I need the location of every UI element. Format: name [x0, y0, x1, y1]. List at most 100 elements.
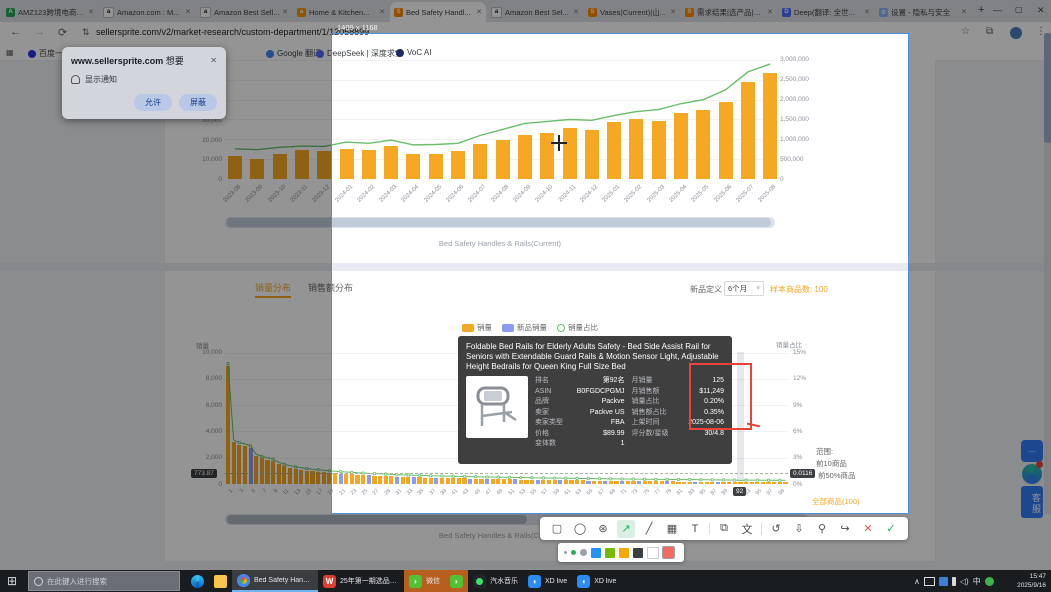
- xd-live-task-2[interactable]: ◖XD live: [572, 570, 621, 592]
- profile-avatar[interactable]: [1010, 27, 1022, 39]
- color-swatch-green[interactable]: [605, 548, 615, 558]
- taskbar-search-box[interactable]: 在此键入进行搜索: [28, 571, 180, 591]
- tab-close-icon[interactable]: ✕: [377, 8, 385, 16]
- popup-close-icon[interactable]: ✕: [210, 56, 217, 65]
- tab-close-icon[interactable]: ✕: [86, 8, 94, 16]
- window-minimize-button[interactable]: —: [993, 5, 1002, 15]
- tab-close-icon[interactable]: ✕: [959, 8, 967, 16]
- ime-indicator[interactable]: 中: [973, 576, 981, 587]
- mosaic-tool[interactable]: ▦: [663, 520, 681, 538]
- wechat2-task[interactable]: ◗: [445, 570, 468, 592]
- split-screen-icon[interactable]: ⧉: [986, 26, 993, 37]
- dist-bar[interactable]: [277, 464, 281, 484]
- bookmark-1[interactable]: Google 翻译: [266, 48, 321, 59]
- taskbar-clock[interactable]: 15:47 2025/9/16: [1000, 572, 1046, 590]
- start-button[interactable]: ⊞: [7, 574, 17, 588]
- trend-bar[interactable]: [295, 150, 309, 179]
- dist-bar[interactable]: [288, 468, 292, 484]
- color-swatch-yellow[interactable]: [619, 548, 629, 558]
- undo-button[interactable]: ↺: [767, 520, 785, 538]
- confirm-button[interactable]: ✓: [882, 520, 900, 538]
- chat-bubble-icon[interactable]: ···: [1021, 440, 1043, 462]
- marker-tool[interactable]: ⊛: [594, 520, 612, 538]
- dist-bar[interactable]: [254, 456, 258, 484]
- window-close-button[interactable]: ✕: [1037, 5, 1045, 16]
- tab--[interactable]: ⚙设置 - 隐私与安全✕: [875, 2, 971, 22]
- tab-home-kitchen-[interactable]: aHome & Kitchen...✕: [293, 2, 389, 22]
- customer-service-button[interactable]: 客服: [1021, 486, 1043, 518]
- stroke-size-7[interactable]: [580, 549, 587, 556]
- xd-live-task[interactable]: ◖XD live: [523, 570, 572, 592]
- explorer[interactable]: [209, 570, 232, 592]
- dist-bar[interactable]: [294, 469, 298, 484]
- tab-close-icon[interactable]: ✕: [474, 8, 482, 16]
- capture-selection-region[interactable]: [331, 33, 909, 514]
- tab-close-icon[interactable]: ✕: [862, 8, 870, 16]
- arrow-tool[interactable]: ↗: [617, 520, 635, 538]
- tab-bed-safety-handl-[interactable]: SBed Safety Handl...✕: [390, 2, 486, 22]
- ellipse-tool[interactable]: ◯: [571, 520, 589, 538]
- tab-amz123-[interactable]: AAMZ123跨境电商导航✕: [2, 2, 98, 22]
- dist-bar[interactable]: [243, 446, 247, 484]
- block-button[interactable]: 屏蔽: [179, 94, 217, 111]
- tab-close-icon[interactable]: ✕: [280, 8, 288, 16]
- trend-bar[interactable]: [317, 151, 331, 179]
- window-maximize-button[interactable]: ▢: [1015, 5, 1023, 14]
- reload-icon[interactable]: ⟳: [58, 26, 67, 39]
- text-tool[interactable]: T: [686, 520, 704, 538]
- wps-task[interactable]: W25年第一期选品B...: [318, 570, 404, 592]
- save-button[interactable]: ⇩: [790, 520, 808, 538]
- line-tool[interactable]: ╱: [640, 520, 658, 538]
- dist-bar[interactable]: [232, 442, 236, 484]
- image-viewer-icon[interactable]: [939, 577, 948, 586]
- chrome-task[interactable]: Bed Safety Handl...: [232, 570, 318, 592]
- dist-bar[interactable]: [260, 458, 264, 484]
- dist-bar[interactable]: [282, 466, 286, 484]
- tab-close-icon[interactable]: ✕: [668, 8, 676, 16]
- rect-tool[interactable]: ▢: [548, 520, 566, 538]
- tab-sales-distribution[interactable]: 销量分布: [255, 281, 291, 298]
- color-swatch-white[interactable]: [647, 547, 659, 559]
- pin-button[interactable]: ⚲: [813, 520, 831, 538]
- display-icon[interactable]: [924, 577, 935, 586]
- ocr-tool[interactable]: 文: [738, 520, 756, 538]
- stroke-size-3[interactable]: [564, 551, 567, 554]
- tab--[interactable]: S需求结果|选产品|亚...✕: [681, 2, 777, 22]
- cancel-button[interactable]: ✕: [859, 520, 877, 538]
- site-info-icon[interactable]: ⇅: [82, 27, 90, 38]
- color-swatch-black[interactable]: [633, 548, 643, 558]
- bookmark-star-icon[interactable]: ☆: [961, 26, 970, 37]
- trend-bar[interactable]: [228, 156, 242, 179]
- back-icon[interactable]: ←: [10, 26, 21, 38]
- tab-amazon-com-m-[interactable]: aAmazon.com : M...✕: [99, 2, 195, 22]
- tray-expand-icon[interactable]: ∧: [914, 577, 920, 586]
- color-swatch-blue[interactable]: [591, 548, 601, 558]
- edge[interactable]: [186, 570, 209, 592]
- tab-close-icon[interactable]: ✕: [183, 8, 191, 16]
- dist-bar[interactable]: [249, 448, 253, 484]
- page-vscrollbar-thumb[interactable]: [1044, 33, 1051, 143]
- new-tab-button[interactable]: +: [978, 4, 984, 16]
- trend-bar[interactable]: [273, 154, 287, 179]
- tab-close-icon[interactable]: ✕: [571, 8, 579, 16]
- trend-bar[interactable]: [250, 159, 264, 179]
- tab-vases-current-[interactable]: SVases(Current)|山...✕: [584, 2, 680, 22]
- share-button[interactable]: ↪: [836, 520, 854, 538]
- tab-deep-[interactable]: DDeep(翻译: 全世...✕: [778, 2, 874, 22]
- stamp-tool[interactable]: ⧉: [715, 520, 733, 538]
- wechat-task[interactable]: ◗微信: [404, 570, 445, 592]
- tab-amazon-best-sel-[interactable]: aAmazon Best Sel...✕: [487, 2, 583, 22]
- stroke-size-5[interactable]: [571, 550, 576, 555]
- usb-icon[interactable]: [952, 577, 956, 586]
- tab-close-icon[interactable]: ✕: [765, 8, 773, 16]
- page-vscrollbar-track[interactable]: [1044, 33, 1051, 514]
- dist-bar[interactable]: [237, 445, 241, 484]
- color-swatch-red[interactable]: [663, 547, 674, 558]
- tab-amazon-best-sell-[interactable]: aAmazon Best Sell...✕: [196, 2, 292, 22]
- apps-grid-icon[interactable]: ▦: [6, 48, 14, 57]
- dist-bar[interactable]: [226, 366, 230, 484]
- dist-bar[interactable]: [299, 470, 303, 484]
- dist-bar[interactable]: [265, 460, 269, 484]
- music-task[interactable]: 汽水音乐: [468, 570, 523, 592]
- forward-icon[interactable]: →: [34, 26, 45, 38]
